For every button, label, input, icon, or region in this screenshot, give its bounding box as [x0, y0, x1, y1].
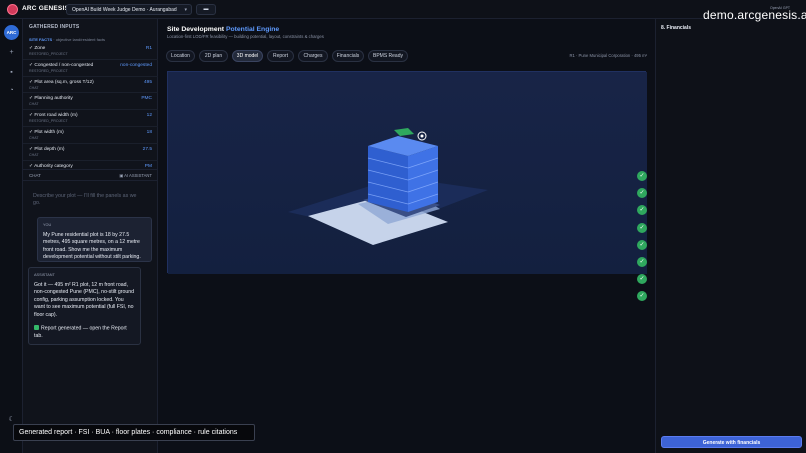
fact-source: RESTORED_PROJECT: [29, 68, 68, 73]
workspace-badge[interactable]: ARC: [4, 25, 19, 40]
fact-label: ✓ Authority category: [29, 163, 73, 169]
fact-value: PM: [144, 163, 152, 169]
add-icon[interactable]: +: [7, 48, 16, 57]
fact-label: ✓ Planning authority: [29, 96, 73, 102]
chat-header: CHAT ▣ AI ASSISTANT: [23, 169, 158, 181]
page-subtitle: Location-first LOD/FR feasibility — buil…: [167, 34, 324, 39]
financials-panel: 8. Financials Generate with financials: [655, 19, 806, 453]
3d-viewport[interactable]: [167, 71, 647, 274]
ai-assistant-label: AI ASSISTANT: [124, 173, 152, 178]
gathered-inputs-panel: GATHERED INPUTS SITE FACTS · objective l…: [23, 19, 158, 453]
demo-url-watermark: demo.arcgenesis.ai: [703, 8, 806, 22]
chevron-down-icon: ▾: [184, 7, 187, 13]
user-message: YOU My Pune residential plot is 18 by 27…: [37, 217, 152, 262]
main-area: Site Development Potential Engine Locati…: [158, 19, 655, 453]
tab-location[interactable]: Location: [166, 50, 195, 62]
page-title-accent: Potential Engine: [225, 26, 280, 33]
top-bar: ARC GENESIS OpenAI Build Week Judge Demo…: [0, 0, 806, 19]
app-root: ARC GENESIS OpenAI Build Week Judge Demo…: [0, 0, 806, 453]
financials-title: 8. Financials: [661, 25, 692, 31]
fact-source: CHAT: [29, 135, 39, 140]
check-passed-icon: ✓: [637, 222, 647, 233]
project-selector-value: OpenAI Build Week Judge Demo · Aurangaba…: [72, 7, 177, 13]
fact-source: CHAT: [29, 152, 39, 157]
fact-source: RESTORED_PROJECT: [29, 119, 68, 124]
site-fact-row[interactable]: ✓ Front road width (m) 12 RESTORED_PROJECT: [23, 110, 158, 127]
site-facts-hint: · objective land/resident facts: [53, 37, 106, 42]
fact-label: ✓ Plot width (m): [29, 129, 64, 135]
panel-title: GATHERED INPUTS: [29, 24, 80, 30]
tab-charges[interactable]: Charges: [298, 50, 328, 62]
report-status-text: Report generated — open the Report tab.: [34, 325, 127, 339]
chat-placeholder: Describe your plot — I'll fill the panel…: [33, 193, 137, 206]
check-passed-icon: ✓: [637, 257, 647, 267]
folder-icon: ▬: [203, 6, 209, 12]
fact-value: 12: [146, 113, 152, 119]
page-title-prefix: Site Development: [167, 26, 225, 33]
ai-assistant-toggle[interactable]: ▣ AI ASSISTANT: [119, 173, 152, 178]
fact-label: ✓ Plot depth (m): [29, 146, 65, 152]
fact-value: R1: [145, 46, 152, 51]
message-author: ASSISTANT: [34, 273, 55, 277]
fact-source: CHAT: [29, 85, 39, 90]
3d-scene[interactable]: [168, 72, 647, 274]
fact-label: ✓ Zone: [29, 46, 46, 51]
site-fact-row[interactable]: ✓ Plot area (sq.m, gross T/12) 495 CHAT: [23, 77, 158, 94]
check-passed-icon: ✓: [637, 291, 647, 302]
history-icon[interactable]: ◔: [7, 86, 16, 95]
tab-2d-plan[interactable]: 2D plan: [199, 50, 228, 62]
site-fact-row[interactable]: ✓ Plot depth (m) 27.5 CHAT: [23, 144, 158, 161]
check-icon: [34, 324, 39, 330]
check-passed-icon: ✓: [637, 274, 647, 285]
tab-bpms-ready[interactable]: BPMS Ready: [368, 50, 408, 62]
project-selector[interactable]: OpenAI Build Week Judge Demo · Aurangaba…: [66, 4, 192, 15]
check-passed-icon: ✓: [637, 171, 647, 181]
fact-value: 27.5: [142, 146, 152, 152]
site-fact-row[interactable]: ✓ Plot width (m) 18 CHAT: [23, 127, 158, 144]
site-facts-label: SITE FACTS: [29, 37, 53, 42]
fact-label: ✓ Front road width (m): [29, 113, 78, 119]
building-side-face: [408, 146, 438, 212]
building-front-face: [368, 146, 408, 212]
folder-icon[interactable]: ▪: [7, 68, 16, 77]
message-text: My Pune residential plot is 18 by 27.5 m…: [43, 231, 141, 261]
fact-label: ✓ Plot area (sq.m, gross T/12): [29, 79, 94, 85]
tab-financials[interactable]: Financials: [332, 50, 364, 62]
site-facts-list[interactable]: ✓ Zone R1 RESTORED_PROJECT ✓ Congested / no…: [23, 43, 158, 169]
generate-with-financials-button[interactable]: Generate with financials: [661, 436, 802, 448]
fact-source: CHAT: [29, 102, 39, 107]
site-fact-row[interactable]: ✓ Congested / non-congested non-congested…: [23, 60, 158, 77]
message-author: YOU: [43, 223, 52, 227]
check-passed-icon: ✓: [637, 239, 647, 250]
site-fact-row[interactable]: ✓ Zone R1 RESTORED_PROJECT: [23, 43, 158, 60]
assistant-message: ASSISTANT Got it — 495 m² R1 plot, 12 m …: [28, 267, 141, 345]
fact-value: 495: [143, 79, 152, 85]
brand-logo-icon[interactable]: [7, 4, 18, 15]
theme-toggle-icon[interactable]: ☾: [7, 415, 16, 424]
chat-title: CHAT: [29, 173, 41, 178]
message-text: Got it — 495 m² R1 plot, 12 m front road…: [34, 281, 135, 318]
tab-report[interactable]: Report: [267, 50, 294, 62]
report-status: Report generated — open the Report tab.: [34, 324, 135, 341]
site-facts-header: SITE FACTS · objective land/resident fac…: [29, 37, 105, 42]
openai-tag: OpenAI GPT: [770, 6, 791, 10]
fact-source: RESTORED_PROJECT: [29, 52, 68, 56]
page-title: Site Development Potential Engine: [167, 26, 279, 33]
fact-value: non-congested: [120, 62, 152, 68]
site-fact-row[interactable]: ✓ Planning authority PMC CHAT: [23, 93, 158, 111]
fact-value: 18: [146, 129, 152, 135]
zone-info: R1 · Pune Municipal Corporation · 495 m²: [569, 53, 647, 58]
folder-button[interactable]: ▬: [196, 4, 216, 15]
tab-3d-model[interactable]: 3D model: [232, 50, 263, 62]
brand-name: ARC GENESIS: [22, 5, 69, 12]
fact-value: PMC: [141, 96, 152, 102]
icon-rail: ARC + ▪ ◔ ☾: [0, 19, 23, 453]
demo-caption: Generated report · FSI · BUA · floor pla…: [13, 424, 255, 441]
site-fact-row[interactable]: ✓ Authority categoryPMCHAT: [23, 161, 158, 169]
